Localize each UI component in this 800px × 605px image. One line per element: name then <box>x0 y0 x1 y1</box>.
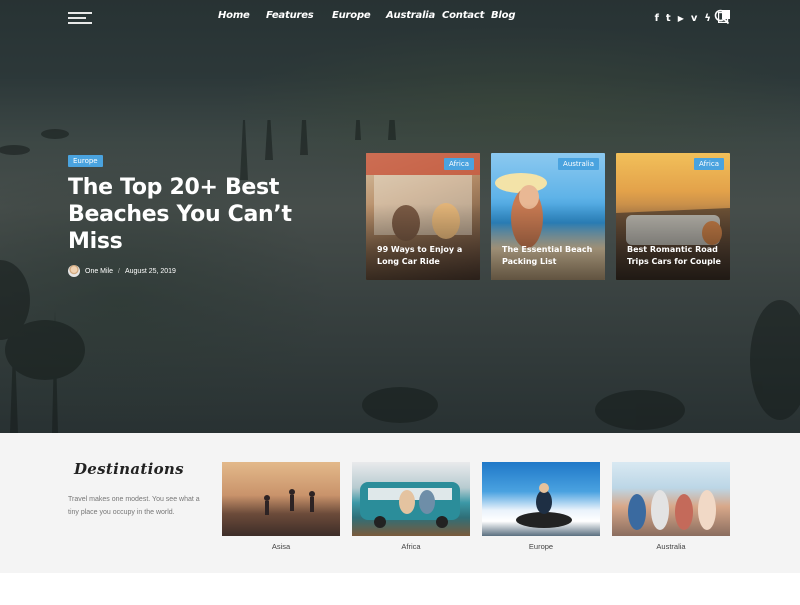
featured-card-beach-packing[interactable]: Australia The Essential Beach Packing Li… <box>491 153 605 280</box>
destination-label[interactable]: Australia <box>612 542 730 551</box>
destinations-description: Travel makes one modest. You see what a … <box>68 496 200 516</box>
author-avatar <box>68 265 80 277</box>
destination-image[interactable] <box>482 462 600 536</box>
facebook-icon[interactable]: f <box>655 12 659 26</box>
hero-category-tag[interactable]: Europe <box>68 155 103 167</box>
menu-item-features[interactable]: Features <box>266 10 332 21</box>
featured-card-car-ride[interactable]: Africa 99 Ways to Enjoy a Long Car Ride <box>366 153 480 280</box>
card-title[interactable]: Best Romantic Road Trips Cars for Couple <box>627 244 723 268</box>
menu-item-home[interactable]: Home <box>218 10 266 21</box>
menu-item-contact[interactable]: Contact <box>442 10 491 21</box>
destination-image[interactable] <box>352 462 470 536</box>
destination-label[interactable]: Africa <box>352 542 470 551</box>
destination-image[interactable] <box>612 462 730 536</box>
destinations-section: Destinations Travel makes one modest. Yo… <box>0 433 800 573</box>
menu-item-blog[interactable]: Blog <box>491 10 521 21</box>
menu-item-australia[interactable]: Australia <box>386 10 442 21</box>
card-category-tag[interactable]: Australia <box>558 158 599 170</box>
destinations-title: Destinations <box>74 460 184 478</box>
destination-card-asisa[interactable]: Asisa <box>222 462 340 551</box>
lightning-icon[interactable]: ϟ <box>704 12 711 26</box>
twitter-icon[interactable]: t <box>666 12 671 26</box>
destination-label[interactable]: Asisa <box>222 542 340 551</box>
next-section-start <box>0 573 800 605</box>
youtube-icon[interactable]: ▶ <box>678 12 684 26</box>
featured-card-road-trips[interactable]: Africa Best Romantic Road Trips Cars for… <box>616 153 730 280</box>
hero-meta: One Mile / August 25, 2019 <box>68 265 176 277</box>
author-name[interactable]: One Mile <box>85 268 113 275</box>
destination-card-europe[interactable]: Europe <box>482 462 600 551</box>
hero-title[interactable]: The Top 20+ Best Beaches You Can’t Miss <box>68 174 338 255</box>
card-category-tag[interactable]: Africa <box>694 158 724 170</box>
top-navigation: Home Features Europe Australia Contact B… <box>0 0 800 36</box>
hero-section: Home Features Europe Australia Contact B… <box>0 0 800 433</box>
card-category-tag[interactable]: Africa <box>444 158 474 170</box>
destination-card-africa[interactable]: Africa <box>352 462 470 551</box>
destination-image[interactable] <box>222 462 340 536</box>
menu-item-europe[interactable]: Europe <box>332 10 386 21</box>
main-menu: Home Features Europe Australia Contact B… <box>218 10 521 21</box>
destination-card-australia[interactable]: Australia <box>612 462 730 551</box>
card-title[interactable]: The Essential Beach Packing List <box>502 244 598 268</box>
hamburger-menu-icon[interactable] <box>68 12 92 24</box>
destination-label[interactable]: Europe <box>482 542 600 551</box>
post-date: August 25, 2019 <box>124 267 176 275</box>
vimeo-icon[interactable]: v <box>691 12 698 26</box>
search-icon[interactable] <box>714 9 730 25</box>
meta-separator: / <box>118 267 120 275</box>
card-title[interactable]: 99 Ways to Enjoy a Long Car Ride <box>377 244 473 268</box>
